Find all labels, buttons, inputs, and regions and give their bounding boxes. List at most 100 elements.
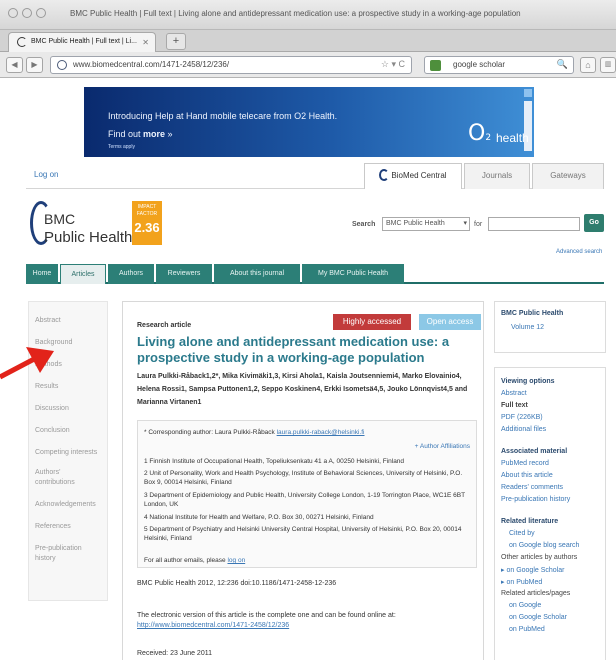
nav-reviewers[interactable]: Reviewers bbox=[156, 264, 212, 284]
tab-bar: BMC Public Health | Full text | Li... ✕ … bbox=[0, 30, 616, 52]
article-url-link[interactable]: http://www.biomedcentral.com/1471-2458/1… bbox=[137, 622, 289, 629]
ad-cta-suffix: » bbox=[165, 129, 173, 139]
impact-factor-badge[interactable]: IMPACT FACTOR 2.36 bbox=[132, 201, 162, 245]
nav-about-journal[interactable]: About this journal bbox=[214, 264, 300, 284]
sidebar-item-discussion[interactable]: Discussion bbox=[35, 404, 69, 414]
window-title: BMC Public Health | Full text | Living a… bbox=[70, 9, 521, 18]
right-journal-title[interactable]: BMC Public Health bbox=[501, 310, 563, 317]
sidebar-item-conclusion[interactable]: Conclusion bbox=[35, 426, 70, 436]
nav-authors[interactable]: Authors bbox=[108, 264, 154, 284]
sidebar-item-prepub-history[interactable]: Pre-publication bbox=[35, 544, 82, 554]
article-type: Research article bbox=[137, 322, 192, 329]
ad-cta-prefix: Find out bbox=[108, 129, 144, 139]
nav-home[interactable]: Home bbox=[26, 264, 58, 284]
main-navigation: Home Articles Authors Reviewers About th… bbox=[26, 264, 604, 284]
google-scholar-icon[interactable] bbox=[430, 60, 441, 71]
close-window-button[interactable] bbox=[8, 8, 18, 18]
search-engine-bar[interactable]: google scholar 🔍 bbox=[424, 56, 574, 74]
tab-gateways[interactable]: Gateways bbox=[532, 163, 604, 189]
sidebar-item-authors-contributions-2[interactable]: contributions bbox=[35, 478, 75, 488]
cited-by-link[interactable]: Cited by bbox=[509, 530, 535, 537]
magnifier-icon[interactable]: 🔍 bbox=[557, 59, 568, 70]
nav-my-bmc[interactable]: My BMC Public Health bbox=[302, 264, 404, 284]
close-tab-icon[interactable]: ✕ bbox=[142, 38, 149, 47]
journal-logo-line2[interactable]: Public Health bbox=[44, 229, 132, 246]
web-page: Introducing Help at Hand mobile telecare… bbox=[0, 79, 616, 660]
search-input[interactable] bbox=[488, 217, 580, 231]
sidebar-item-competing-interests[interactable]: Competing interests bbox=[35, 448, 97, 458]
authors-google-scholar-link[interactable]: ▸ on Google Scholar bbox=[501, 566, 564, 574]
other-articles-label: Other articles by authors bbox=[501, 554, 578, 561]
o2-health-text: health bbox=[496, 131, 529, 145]
tab-biomed-central[interactable]: BioMed Central bbox=[364, 163, 462, 189]
go-button[interactable]: Go bbox=[584, 214, 604, 232]
article-authors[interactable]: Laura Pulkki-Råback1,2*, Mika Kivimäki1,… bbox=[137, 370, 477, 409]
corresponding-author: * Corresponding author: Laura Pulkki-Råb… bbox=[144, 429, 365, 436]
article-sections-sidebar: Abstract Background Methods Results Disc… bbox=[28, 301, 108, 601]
sidebar-item-abstract[interactable]: Abstract bbox=[35, 316, 61, 326]
related-google-link[interactable]: on Google bbox=[509, 602, 541, 609]
authors-pubmed-link[interactable]: ▸ on PubMed bbox=[501, 578, 542, 586]
nav-articles[interactable]: Articles bbox=[60, 264, 106, 284]
home-button[interactable]: ⌂ bbox=[580, 57, 596, 73]
browser-tab[interactable]: BMC Public Health | Full text | Li... ✕ bbox=[8, 32, 156, 52]
author-emails-line: For all author emails, please log on bbox=[144, 557, 245, 564]
viewing-pdf-link[interactable]: PDF (226KB) bbox=[501, 414, 543, 421]
o2-logo-icon: O2 bbox=[468, 121, 491, 146]
site-topbar: Log on BioMed Central Journals Gateways bbox=[26, 163, 604, 189]
viewing-options-box: Viewing options Abstract Full text PDF (… bbox=[494, 367, 606, 660]
forward-button[interactable]: ▶ bbox=[26, 57, 43, 73]
author-emails-prefix: For all author emails, please bbox=[144, 557, 228, 564]
impact-factor-value: 2.36 bbox=[134, 220, 160, 235]
pubmed-record-link[interactable]: PubMed record bbox=[501, 460, 549, 467]
readers-comments-link[interactable]: Readers' comments bbox=[501, 484, 563, 491]
related-pubmed-link[interactable]: on PubMed bbox=[509, 626, 545, 633]
volume-link[interactable]: Volume 12 bbox=[511, 324, 544, 331]
google-blog-search-link[interactable]: on Google blog search bbox=[509, 542, 579, 549]
related-articles-label: Related articles/pages bbox=[501, 590, 571, 597]
journal-logo-line1[interactable]: BMC bbox=[44, 211, 75, 227]
sidebar-item-acknowledgements[interactable]: Acknowledgements bbox=[35, 500, 96, 510]
tab-journals[interactable]: Journals bbox=[464, 163, 530, 189]
biomed-logo-icon bbox=[379, 169, 390, 181]
open-access-badge[interactable]: Open access bbox=[419, 314, 481, 330]
affiliation-3: 3 Department of Epidemiology and Public … bbox=[144, 492, 465, 508]
viewing-additional-files-link[interactable]: Additional files bbox=[501, 426, 546, 433]
zoom-window-button[interactable] bbox=[36, 8, 46, 18]
advanced-search-link[interactable]: Advanced search bbox=[556, 249, 602, 255]
menu-button[interactable]: ▥ bbox=[600, 57, 616, 73]
search-engine-text: google scholar bbox=[453, 60, 506, 69]
related-google-scholar-link[interactable]: on Google Scholar bbox=[509, 614, 567, 621]
ad-headline: Introducing Help at Hand mobile telecare… bbox=[108, 111, 338, 121]
received-date: Received: 23 June 2011 bbox=[137, 650, 212, 657]
author-affiliations-toggle[interactable]: + Author Affiliations bbox=[415, 443, 470, 450]
o2-sub: 2 bbox=[485, 133, 492, 143]
minimize-window-button[interactable] bbox=[22, 8, 32, 18]
viewing-options-head: Viewing options bbox=[501, 378, 555, 385]
back-button[interactable]: ◀ bbox=[6, 57, 23, 73]
red-pointer-arrow-icon bbox=[0, 347, 54, 380]
prepub-history-link[interactable]: Pre-publication history bbox=[501, 496, 570, 503]
address-bar[interactable]: www.biomedcentral.com/1471-2458/12/236/ … bbox=[50, 56, 412, 74]
corresponding-email-link[interactable]: laura.pulkki-raback@helsinki.fi bbox=[277, 429, 365, 436]
url-text: www.biomedcentral.com/1471-2458/12/236/ bbox=[73, 60, 230, 69]
navigation-bar: ◀ ▶ www.biomedcentral.com/1471-2458/12/2… bbox=[0, 52, 616, 78]
sidebar-item-references[interactable]: References bbox=[35, 522, 71, 532]
right-column: BMC Public Health Volume 12 Viewing opti… bbox=[494, 301, 606, 660]
new-tab-button[interactable]: + bbox=[166, 33, 186, 50]
journal-volume-box: BMC Public Health Volume 12 bbox=[494, 301, 606, 353]
advertisement-banner[interactable]: Introducing Help at Hand mobile telecare… bbox=[84, 87, 534, 157]
log-on-emails-link[interactable]: log on bbox=[227, 557, 245, 564]
about-article-link[interactable]: About this article bbox=[501, 472, 553, 479]
ad-cta[interactable]: Find out more » bbox=[108, 129, 173, 139]
globe-icon bbox=[57, 60, 67, 70]
log-on-link[interactable]: Log on bbox=[34, 170, 58, 179]
ad-info-icon[interactable] bbox=[524, 89, 532, 97]
bookmark-reload-icons[interactable]: ☆ ▾ C bbox=[381, 59, 405, 70]
sidebar-item-authors-contributions[interactable]: Authors' bbox=[35, 468, 60, 478]
sidebar-item-prepub-history-2[interactable]: history bbox=[35, 554, 56, 564]
search-scope-select[interactable]: BMC Public Health ▾ bbox=[382, 217, 470, 231]
viewing-abstract-link[interactable]: Abstract bbox=[501, 390, 527, 397]
highly-accessed-badge[interactable]: Highly accessed bbox=[333, 314, 411, 330]
ad-terms: Terms apply bbox=[108, 144, 135, 150]
